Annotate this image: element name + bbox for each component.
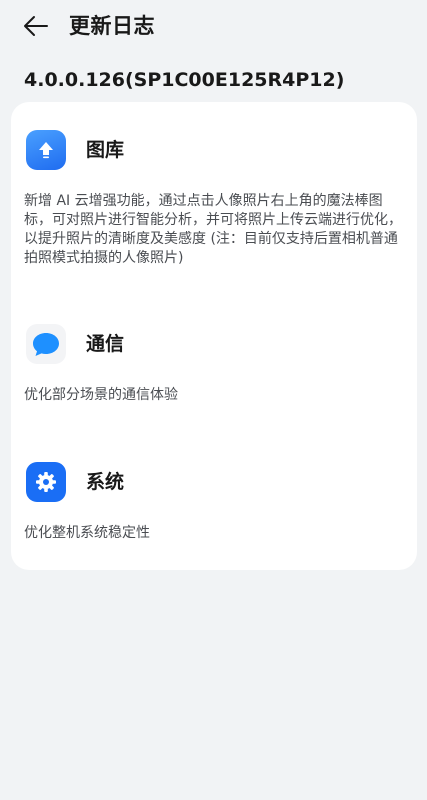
section-title: 通信 [86,333,125,355]
section-title: 图库 [86,139,125,161]
page-title: 更新日志 [69,14,155,38]
header: 更新日志 [0,0,427,52]
gear-icon [26,462,66,502]
message-bubble-icon [26,324,66,364]
section-description: 优化整机系统稳定性 [24,525,150,541]
back-button[interactable] [20,10,52,42]
changelog-card: 图库 新增 AI 云增强功能，通过点击人像照片右上角的魔法棒图标，可对照片进行智… [11,102,417,570]
section-description: 新增 AI 云增强功能，通过点击人像照片右上角的魔法棒图标，可对照片进行智能分析… [24,193,402,266]
section-title: 系统 [86,471,125,493]
arrow-left-icon [24,16,48,36]
gallery-upload-icon [26,130,66,170]
changelog-page: 更新日志 4.0.0.126(SP1C00E125R4P12) 图库 新增 AI… [0,0,427,800]
section-description: 优化部分场景的通信体验 [24,387,178,403]
version-number: 4.0.0.126(SP1C00E125R4P12) [24,69,345,91]
